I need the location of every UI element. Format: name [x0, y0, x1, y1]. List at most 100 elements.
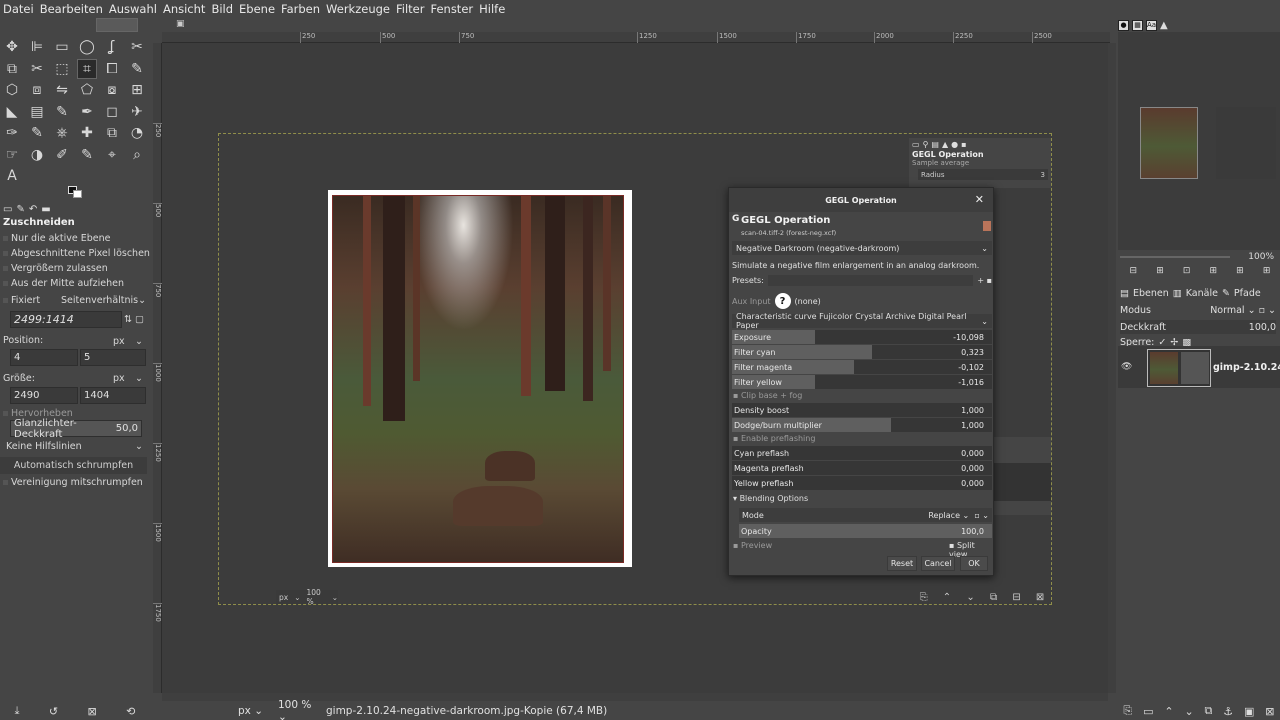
- preview-check[interactable]: ▪ Preview: [733, 541, 772, 550]
- anchor-layer-icon[interactable]: ⚓: [1223, 705, 1233, 718]
- tab-layers[interactable]: Ebenen: [1133, 288, 1169, 299]
- ellipse-select-icon[interactable]: ◯: [77, 37, 97, 57]
- lasso-icon[interactable]: ʆ: [102, 37, 122, 57]
- duplicate-icon[interactable]: ⧉: [990, 592, 997, 603]
- position-y-input[interactable]: 5: [80, 349, 146, 366]
- warp-icon[interactable]: ✎: [127, 59, 147, 79]
- shrink-wrap-icon[interactable]: ⊞: [1263, 266, 1271, 280]
- reset-button[interactable]: Reset: [887, 556, 917, 571]
- fixed-mode-select[interactable]: Seitenverhältnis ⌄: [58, 292, 146, 308]
- size-w-input[interactable]: 2490: [10, 387, 78, 404]
- magenta-preflash-slider[interactable]: Magenta preflash 0,000: [732, 461, 992, 475]
- new-group-icon[interactable]: ▭: [1143, 705, 1153, 718]
- check-fixed[interactable]: Fixiert: [3, 295, 40, 306]
- unified-transform-icon[interactable]: ⧠: [102, 59, 122, 79]
- flip-icon[interactable]: ⇋: [52, 80, 72, 100]
- menu-bild[interactable]: Bild: [208, 0, 236, 18]
- fuzzy-select-icon[interactable]: ✂: [127, 37, 147, 57]
- foreground-select-icon[interactable]: ⬚: [52, 59, 72, 79]
- cyan-preflash-slider[interactable]: Cyan preflash 0,000: [732, 446, 992, 460]
- help-icon[interactable]: ?: [774, 293, 791, 309]
- blend-opacity-slider[interactable]: Opacity 100,0: [739, 524, 992, 538]
- check-delete-cropped[interactable]: Abgeschnittene Pixel löschen: [3, 248, 150, 259]
- operation-select[interactable]: Negative Darkroom (negative-darkroom) ⌄: [732, 241, 992, 255]
- bucket-fill-icon[interactable]: ◣: [2, 102, 22, 122]
- close-icon[interactable]: ✕: [975, 193, 984, 206]
- clip-base-check[interactable]: ▪ Clip base + fog: [733, 391, 802, 400]
- guides-select[interactable]: Keine Hilfslinien ⌄: [3, 438, 146, 454]
- ratio-input[interactable]: 2499:1414: [10, 311, 122, 328]
- menu-datei[interactable]: Datei: [0, 0, 37, 18]
- fit-window-icon[interactable]: ⊞: [1210, 266, 1218, 280]
- perspective-clone-icon[interactable]: ⧉: [102, 123, 122, 143]
- highlight-opacity-slider[interactable]: Glanzlichter-Deckkraft 50,0: [10, 418, 142, 440]
- brush-icon[interactable]: ●: [1118, 19, 1129, 31]
- presets-select[interactable]: [767, 274, 974, 286]
- by-color-select-icon[interactable]: ⧉: [2, 59, 22, 79]
- preflash-check[interactable]: ▪ Enable preflashing: [733, 434, 815, 443]
- tab-channels[interactable]: Kanäle: [1186, 288, 1218, 299]
- paintbrush-icon[interactable]: ✒: [77, 102, 97, 122]
- menu-bearbeiten[interactable]: Bearbeiten: [37, 0, 106, 18]
- image-tab-thumbnail[interactable]: [96, 18, 138, 32]
- aux-input-value[interactable]: (none): [795, 297, 821, 306]
- zoom-select[interactable]: 100 % ⌄: [278, 699, 320, 720]
- rect-select-icon[interactable]: ▭: [52, 37, 72, 57]
- layer-opacity-slider[interactable]: Deckkraft 100,0: [1120, 320, 1276, 334]
- raise-layer-icon[interactable]: ⌃: [1164, 705, 1173, 718]
- yellow-preflash-slider[interactable]: Yellow preflash 0,000: [732, 476, 992, 490]
- mask-layer-icon[interactable]: ▣: [1244, 705, 1254, 718]
- color-picker-icon[interactable]: ✎: [77, 145, 97, 165]
- ratio-swap-icon[interactable]: ⇅ ▢: [124, 314, 144, 325]
- fill-window-icon[interactable]: ⊞: [1236, 266, 1244, 280]
- new-layer-icon[interactable]: ⎘: [1123, 704, 1132, 718]
- undo-history-tab-icon[interactable]: ↶: [29, 204, 37, 215]
- sample-dock-subtitle[interactable]: Sample average: [909, 159, 1051, 167]
- menu-filter[interactable]: Filter: [393, 0, 427, 18]
- delete-options-icon[interactable]: ⊠: [87, 705, 96, 718]
- pattern-icon[interactable]: ▦: [1132, 19, 1143, 31]
- dynamics-icon[interactable]: ▲: [1160, 20, 1168, 31]
- check-allow-growing[interactable]: Vergrößern zulassen: [3, 263, 108, 274]
- unit-select[interactable]: px ⌄: [238, 705, 270, 717]
- dodge-icon[interactable]: ◑: [27, 145, 47, 165]
- zoom-out-icon[interactable]: ⊟: [1130, 266, 1138, 280]
- menu-fenster[interactable]: Fenster: [427, 0, 476, 18]
- save-options-icon[interactable]: ⤓: [15, 704, 20, 718]
- device-status-tab-icon[interactable]: ✎: [16, 204, 24, 215]
- duplicate-layer-icon[interactable]: ⧉: [1205, 704, 1213, 718]
- size-h-input[interactable]: 1404: [80, 387, 146, 404]
- tab-paths[interactable]: Pfade: [1234, 288, 1261, 299]
- images-tab-icon[interactable]: ▬: [41, 204, 50, 215]
- zoom-in-icon[interactable]: ⊞: [1156, 266, 1164, 280]
- clone-icon[interactable]: ⎈: [52, 123, 72, 143]
- layer-mode-select[interactable]: Normal ⌄ ▫ ⌄: [1210, 305, 1276, 316]
- menu-hilfe[interactable]: Hilfe: [476, 0, 508, 18]
- filter-cyan-slider[interactable]: Filter cyan 0,323: [732, 345, 992, 359]
- check-active-layer[interactable]: Nur die aktive Ebene: [3, 233, 111, 244]
- lower-icon[interactable]: ⌄: [966, 592, 974, 603]
- check-shrink-merged[interactable]: Vereinigung mitschrumpfen: [3, 477, 143, 488]
- text-icon[interactable]: A: [2, 166, 22, 186]
- crop-icon[interactable]: ⌗: [77, 58, 97, 79]
- pencil-icon[interactable]: ✎: [52, 102, 72, 122]
- blur-icon[interactable]: ◔: [127, 123, 147, 143]
- restore-options-icon[interactable]: ↺: [49, 705, 58, 718]
- cancel-button[interactable]: Cancel: [921, 556, 955, 571]
- ink-icon[interactable]: ✑: [2, 123, 22, 143]
- menu-werkzeuge[interactable]: Werkzeuge: [323, 0, 393, 18]
- perspective-icon[interactable]: ⧈: [27, 80, 47, 100]
- heal-icon[interactable]: ✚: [77, 123, 97, 143]
- filter-yellow-slider[interactable]: Filter yellow -1,016: [732, 375, 992, 389]
- curve-select[interactable]: Characteristic curve Fujicolor Crystal A…: [732, 312, 992, 330]
- blending-options-expander[interactable]: ▾ Blending Options: [733, 494, 808, 503]
- new-icon[interactable]: ⎘: [920, 592, 928, 603]
- menu-ebene[interactable]: Ebene: [236, 0, 278, 18]
- zoom-100-icon[interactable]: ⊡: [1183, 266, 1191, 280]
- gradient-icon[interactable]: ▤: [27, 102, 47, 122]
- auto-shrink-button[interactable]: Automatisch schrumpfen: [0, 457, 147, 474]
- tool-options-tab-icon[interactable]: ▭: [3, 204, 12, 215]
- paths-icon[interactable]: ✐: [52, 145, 72, 165]
- mypaint-icon[interactable]: ✎: [27, 123, 47, 143]
- image-tab-close-icon[interactable]: ▣: [176, 20, 185, 29]
